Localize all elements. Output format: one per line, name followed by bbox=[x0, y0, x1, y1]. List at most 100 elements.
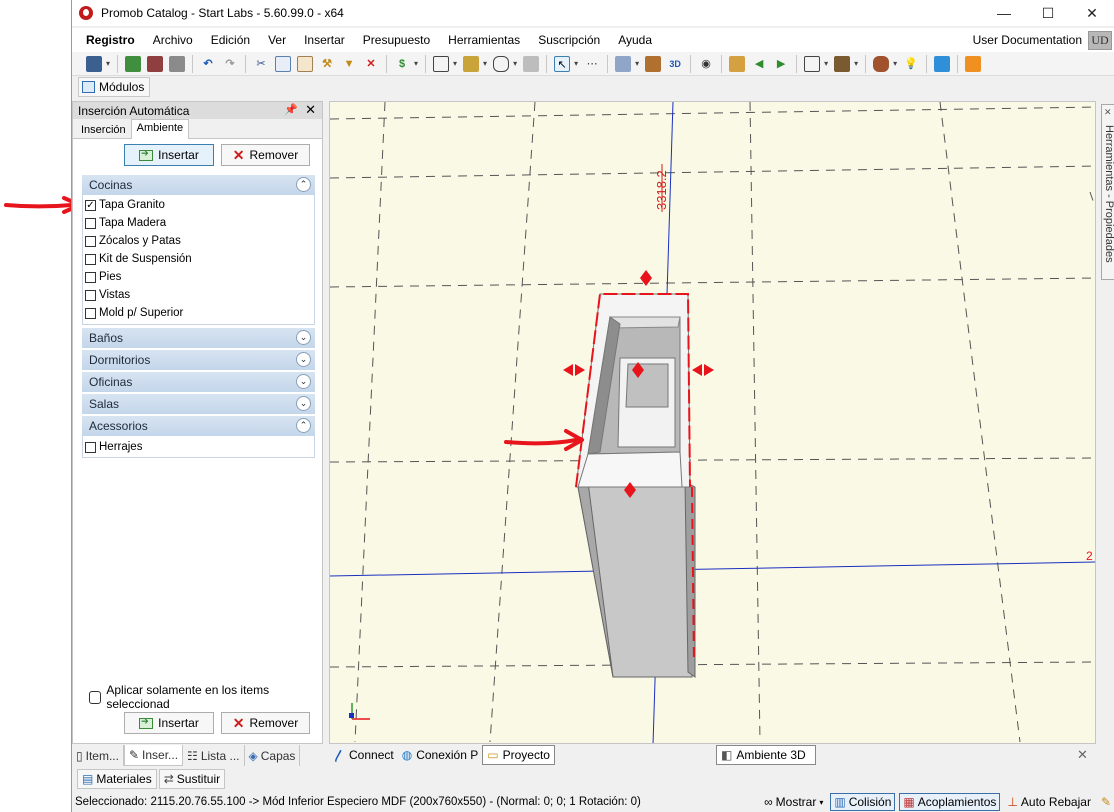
cut-icon[interactable]: ✂ bbox=[253, 56, 269, 72]
print-icon[interactable] bbox=[169, 55, 186, 72]
user-icon[interactable] bbox=[965, 55, 982, 72]
tab-capas[interactable]: ◈ Capas bbox=[245, 745, 301, 766]
menu-ayuda[interactable]: Ayuda bbox=[609, 33, 661, 47]
maximize-button[interactable]: ☐ bbox=[1026, 0, 1070, 26]
render-icon[interactable] bbox=[125, 55, 142, 72]
tab-proyecto[interactable]: ▭ Proyecto bbox=[482, 745, 555, 765]
apply-selected-checkbox[interactable]: Aplicar solamente en los items seleccion… bbox=[89, 683, 322, 711]
checkbox-tapa-madera[interactable]: Tapa Madera bbox=[85, 214, 166, 232]
close-view-icon[interactable]: ✕ bbox=[1077, 747, 1088, 763]
move-right-arrow-b[interactable] bbox=[704, 364, 714, 376]
acoplamientos-toggle[interactable]: ▦ Acoplamientos bbox=[899, 793, 1001, 811]
chevron-down-icon[interactable]: ▾ bbox=[635, 59, 639, 68]
layout-icon[interactable] bbox=[433, 55, 450, 72]
checkbox[interactable] bbox=[85, 289, 96, 301]
tab-insercion-auto[interactable]: ✎ Inser... bbox=[123, 745, 184, 766]
menu-suscripcion[interactable]: Suscripción bbox=[529, 33, 609, 47]
menu-edicion[interactable]: Edición bbox=[202, 33, 259, 47]
modules-bar[interactable]: Módulos bbox=[78, 77, 151, 97]
checkbox[interactable] bbox=[89, 690, 102, 704]
chevron-down-icon[interactable]: ⌄ bbox=[296, 396, 311, 411]
budget-icon[interactable]: $ bbox=[394, 56, 410, 72]
checkbox-tapa-granito[interactable]: ✓ Tapa Granito bbox=[85, 196, 165, 214]
layers-icon[interactable] bbox=[615, 55, 632, 72]
tab-connect[interactable]: 〳 Connect bbox=[329, 745, 398, 765]
move-right-arrow[interactable] bbox=[692, 364, 702, 376]
remove-button-top[interactable]: ✕ Remover bbox=[221, 144, 310, 166]
chevron-down-icon[interactable]: ▾ bbox=[824, 59, 828, 68]
move-up-arrow[interactable] bbox=[640, 270, 652, 278]
chevron-down-icon[interactable]: ▾ bbox=[893, 59, 897, 68]
menu-herramientas[interactable]: Herramientas bbox=[439, 33, 529, 47]
paint-icon[interactable]: ▼ bbox=[341, 56, 357, 72]
undo-icon[interactable]: ↶ bbox=[200, 56, 216, 72]
user-avatar[interactable]: UD bbox=[1088, 31, 1112, 50]
menu-ver[interactable]: Ver bbox=[259, 33, 295, 47]
arrow-left-icon[interactable]: ◀ bbox=[751, 56, 767, 72]
panel-close-icon[interactable]: ✕ bbox=[305, 102, 316, 118]
chevron-down-icon[interactable]: ▾ bbox=[106, 59, 110, 68]
viewport-3d[interactable]: 3318.2 bbox=[329, 101, 1096, 744]
chevron-down-icon[interactable]: ▾ bbox=[513, 59, 517, 68]
checkbox[interactable] bbox=[85, 307, 96, 319]
move-left-arrow-b[interactable] bbox=[575, 364, 585, 376]
chevron-up-icon[interactable]: ⌃ bbox=[296, 177, 311, 192]
category-salas[interactable]: Salas ⌄ bbox=[82, 394, 315, 414]
checkbox-herrajes[interactable]: Herrajes bbox=[85, 438, 142, 456]
chevron-down-icon[interactable]: ▾ bbox=[453, 59, 457, 68]
select-cursor-icon[interactable]: ↖ bbox=[554, 55, 571, 72]
move-left-arrow[interactable] bbox=[563, 364, 573, 376]
catalog-icon[interactable] bbox=[645, 55, 662, 72]
eye-icon[interactable]: ◉ bbox=[698, 56, 714, 72]
hammer-icon[interactable]: ⚒ bbox=[319, 56, 335, 72]
tab-items[interactable]: ▯ Item... bbox=[72, 745, 124, 766]
properties-side-tab[interactable]: ✕ Herramientas - Propiedades bbox=[1101, 104, 1114, 280]
checkbox[interactable] bbox=[85, 271, 96, 283]
arrow-right-icon[interactable]: ▶ bbox=[773, 56, 789, 72]
materiales-button[interactable]: ▤ Materiales bbox=[77, 769, 157, 789]
close-button[interactable]: ✕ bbox=[1070, 0, 1114, 26]
cabinet-model[interactable] bbox=[563, 270, 714, 678]
light-icon[interactable]: 💡 bbox=[903, 56, 919, 72]
checkbox[interactable] bbox=[85, 441, 96, 453]
checkbox[interactable] bbox=[85, 253, 96, 265]
chat-icon[interactable] bbox=[934, 55, 951, 72]
menu-archivo[interactable]: Archivo bbox=[144, 33, 202, 47]
menu-registro[interactable]: Registro bbox=[72, 33, 144, 47]
checkbox-zocalos-patas[interactable]: Zócalos y Patas bbox=[85, 232, 181, 250]
brush-tool[interactable]: ✎ bbox=[1098, 793, 1114, 811]
chevron-down-icon[interactable]: ▾ bbox=[854, 59, 858, 68]
tab-ambiente-3d[interactable]: ◧ Ambiente 3D bbox=[716, 745, 816, 765]
checkbox-kit-suspension[interactable]: Kit de Suspensión bbox=[85, 250, 192, 268]
user-documentation-link[interactable]: User Documentation bbox=[973, 33, 1082, 47]
menu-presupuesto[interactable]: Presupuesto bbox=[354, 33, 439, 47]
chevron-down-icon[interactable]: ⌄ bbox=[296, 374, 311, 389]
mostrar-dropdown[interactable]: ∞ Mostrar ▾ bbox=[761, 793, 826, 811]
category-dormitorios[interactable]: Dormitorios ⌄ bbox=[82, 350, 315, 370]
wall-icon[interactable] bbox=[463, 55, 480, 72]
category-banos[interactable]: Baños ⌄ bbox=[82, 328, 315, 348]
move-down-arrow[interactable] bbox=[640, 278, 652, 286]
colision-toggle[interactable]: ▥ Colisión bbox=[830, 793, 896, 811]
box-icon[interactable] bbox=[834, 55, 851, 72]
remove-button-bottom[interactable]: ✕ Remover bbox=[221, 712, 310, 734]
copy-icon[interactable] bbox=[275, 55, 292, 72]
auto-rebajar-toggle[interactable]: ⊥ Auto Rebajar bbox=[1004, 793, 1094, 811]
checkbox[interactable] bbox=[85, 235, 96, 247]
tab-lista[interactable]: ☷ Lista ... bbox=[183, 745, 245, 766]
checkbox[interactable] bbox=[85, 217, 96, 229]
chevron-down-icon[interactable]: ▾ bbox=[483, 59, 487, 68]
render-settings-icon[interactable] bbox=[147, 55, 164, 72]
frame-icon[interactable] bbox=[804, 55, 821, 72]
minimize-button[interactable]: — bbox=[982, 0, 1026, 26]
checkbox-vistas[interactable]: Vistas bbox=[85, 286, 130, 304]
tab-ambiente[interactable]: Ambiente bbox=[130, 119, 190, 139]
tab-conexion[interactable]: ◍ Conexión P bbox=[398, 745, 483, 765]
scene-canvas[interactable]: 3318.2 bbox=[330, 102, 1096, 744]
shape-icon[interactable] bbox=[493, 55, 510, 72]
checkbox-pies[interactable]: Pies bbox=[85, 268, 121, 286]
insert-button-bottom[interactable]: Insertar bbox=[124, 712, 214, 734]
checkbox-mold-superior[interactable]: Mold p/ Superior bbox=[85, 304, 183, 322]
teapot-icon[interactable] bbox=[873, 55, 890, 72]
category-cocinas[interactable]: Cocinas ⌃ bbox=[82, 175, 315, 195]
